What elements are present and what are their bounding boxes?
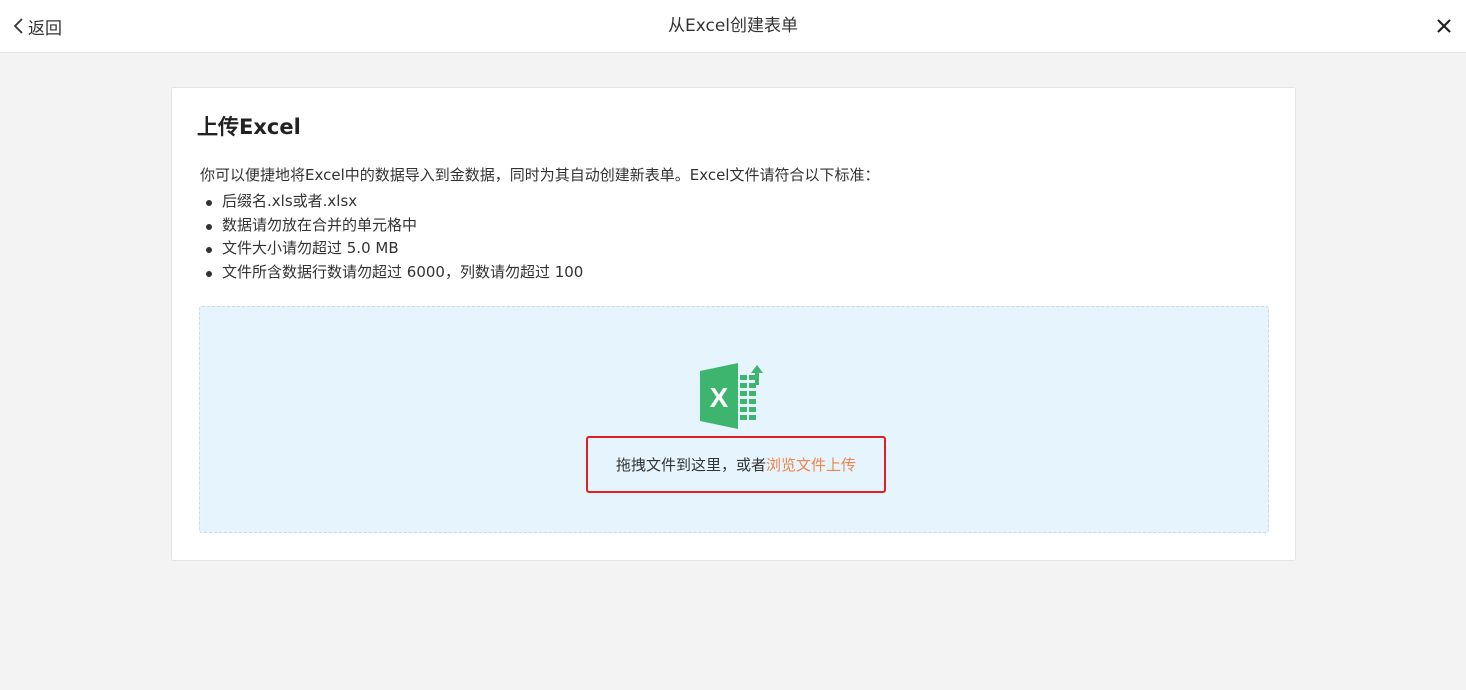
browse-files-link[interactable]: 浏览文件上传 <box>766 454 856 475</box>
close-button[interactable] <box>1434 16 1454 36</box>
close-icon <box>1437 19 1451 33</box>
top-bar: 返回 从Excel创建表单 <box>0 0 1466 53</box>
upload-hint-box: 拖拽文件到这里，或者 浏览文件上传 <box>586 436 886 493</box>
page-title: 从Excel创建表单 <box>667 16 799 36</box>
upload-card: 上传Excel 你可以便捷地将Excel中的数据导入到金数据，同时为其自动创建新… <box>171 87 1296 561</box>
drag-hint-text: 拖拽文件到这里，或者 <box>615 456 766 474</box>
rule-item: 文件大小请勿超过 5.0 MB <box>204 237 583 261</box>
card-heading: 上传Excel <box>197 115 301 139</box>
rule-item: 后缀名.xls或者.xlsx <box>204 190 583 214</box>
rule-item: 数据请勿放在合并的单元格中 <box>204 214 583 238</box>
rules-list: 后缀名.xls或者.xlsx 数据请勿放在合并的单元格中 文件大小请勿超过 5.… <box>204 190 583 284</box>
svg-text:X: X <box>710 382 729 413</box>
rule-item: 文件所含数据行数请勿超过 6000，列数请勿超过 100 <box>204 261 583 285</box>
file-dropzone[interactable]: X 拖拽文件到这里，或者 浏览文件上传 <box>199 306 1269 533</box>
excel-upload-icon: X <box>700 363 763 429</box>
upload-description: 你可以便捷地将Excel中的数据导入到金数据，同时为其自动创建新表单。Excel… <box>200 166 880 184</box>
